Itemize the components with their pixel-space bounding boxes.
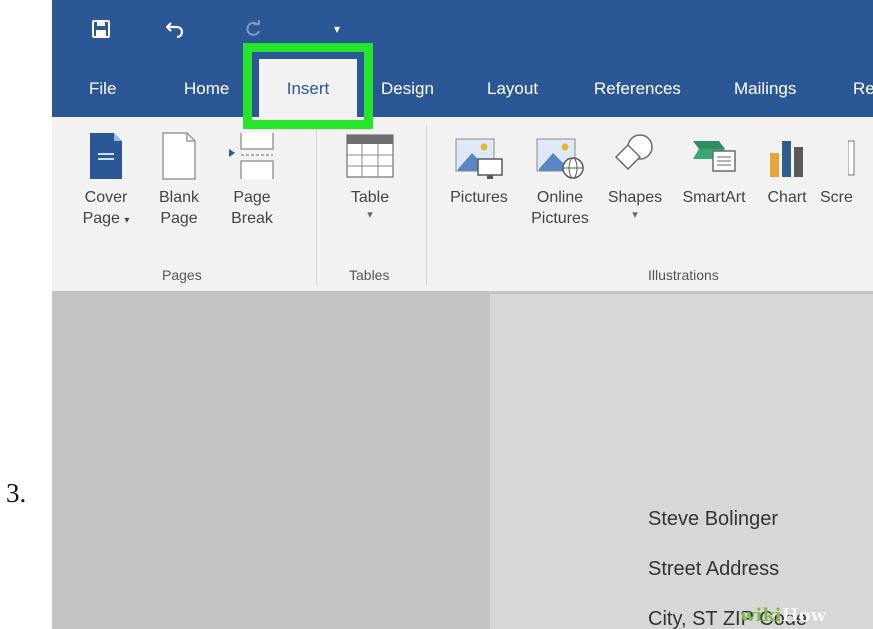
- table-icon: [346, 134, 394, 178]
- ribbon-tabs: File Home Insert Design Layout Reference…: [52, 59, 873, 117]
- tab-home[interactable]: Home: [184, 59, 229, 117]
- chart-button[interactable]: Chart: [762, 131, 812, 208]
- cover-page-button[interactable]: Cover Page ▾: [76, 131, 136, 231]
- page-break-icon: [229, 133, 274, 179]
- group-label-tables: Tables: [349, 267, 390, 283]
- wikihow-watermark: wikiHow: [740, 605, 827, 626]
- table-button[interactable]: Table ▾: [340, 131, 400, 222]
- tab-file[interactable]: File: [89, 59, 116, 117]
- insert-tab-highlight: [243, 43, 373, 129]
- tab-mailings[interactable]: Mailings: [734, 59, 796, 117]
- page-break-label-2: Break: [231, 210, 273, 227]
- undo-icon[interactable]: [158, 12, 192, 46]
- cover-page-label-2: Page ▾: [82, 210, 130, 227]
- blank-page-label-2: Page: [160, 210, 198, 227]
- document-page[interactable]: Steve Bolinger Street Address City, ST Z…: [490, 294, 873, 629]
- tab-layout[interactable]: Layout: [487, 59, 538, 117]
- screenshot-icon: [848, 140, 855, 176]
- online-pictures-icon: [536, 138, 584, 179]
- group-separator: [426, 125, 427, 285]
- group-label-pages: Pages: [162, 267, 202, 283]
- chart-label: Chart: [767, 189, 807, 206]
- tab-design[interactable]: Design: [381, 59, 434, 117]
- tab-review[interactable]: Re: [853, 59, 873, 117]
- blank-page-icon: [162, 132, 196, 180]
- page-break-label: Page: [233, 189, 271, 206]
- doc-name-line: Steve Bolinger: [648, 508, 779, 530]
- cover-page-label: Cover: [84, 189, 128, 206]
- screenshot-label: Scre: [820, 189, 853, 206]
- title-bar: ▾: [52, 0, 873, 59]
- table-label: Table: [350, 189, 390, 206]
- shapes-button[interactable]: Shapes ▾: [602, 131, 668, 222]
- smartart-icon: [693, 141, 736, 172]
- word-window: ▾ File Home Insert Design Layout Referen…: [52, 0, 873, 629]
- pictures-button[interactable]: Pictures: [444, 131, 514, 208]
- shapes-dropdown-icon[interactable]: ▾: [602, 208, 668, 222]
- smartart-label: SmartArt: [682, 189, 746, 206]
- chart-icon: [770, 141, 803, 177]
- online-pictures-label-2: Pictures: [531, 210, 589, 227]
- save-icon[interactable]: [84, 12, 118, 46]
- screenshot-button[interactable]: Scre: [820, 131, 873, 208]
- redo-icon[interactable]: [236, 12, 270, 46]
- doc-address-line: Street Address: [648, 558, 780, 580]
- ribbon-panel: Cover Page ▾ Blank Page Page Break Pages: [52, 117, 873, 292]
- blank-page-label: Blank: [158, 189, 200, 206]
- table-dropdown-icon[interactable]: ▾: [340, 208, 400, 222]
- page-break-button[interactable]: Page Break: [222, 131, 282, 229]
- shapes-label: Shapes: [607, 189, 663, 206]
- group-separator: [316, 125, 317, 285]
- cover-page-icon: [90, 133, 122, 179]
- step-number: 3.: [6, 478, 27, 508]
- group-label-illustrations: Illustrations: [648, 267, 719, 283]
- blank-page-button[interactable]: Blank Page: [152, 131, 206, 229]
- smartart-button[interactable]: SmartArt: [676, 131, 752, 208]
- shapes-icon: [614, 134, 653, 171]
- online-pictures-button[interactable]: Online Pictures: [526, 131, 594, 229]
- pictures-label: Pictures: [450, 189, 508, 206]
- document-area: Steve Bolinger Street Address City, ST Z…: [52, 291, 873, 629]
- customize-qat-icon[interactable]: ▾: [320, 12, 354, 46]
- tab-references[interactable]: References: [594, 59, 681, 117]
- online-pictures-label: Online: [536, 189, 584, 206]
- pictures-icon: [455, 138, 503, 179]
